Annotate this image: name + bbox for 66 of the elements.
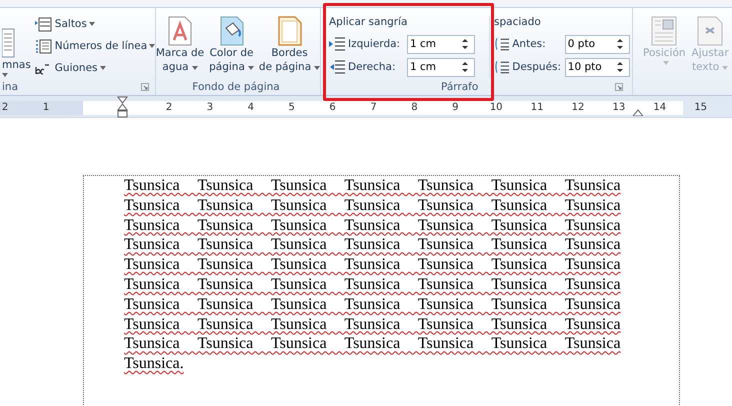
spin-field[interactable]: 10 pto bbox=[564, 58, 630, 76]
ruler-number: 3 bbox=[206, 100, 214, 114]
document-paragraph: Tsunsica Tsunsica Tsunsica Tsunsica Tsunsica Tsunsica Tsunsica Tsunsica Tsunsica Tsunsica Tsunsica Tsunsica Tsunsica Tsunsica Tsunsica Tsunsica Tsunsica Tsunsica Tsunsica Tsunsica Tsunsica Tsunsica Tsunsica Tsunsica Tsunsica Tsunsica Tsunsica Tsunsica Tsunsica Tsunsica Tsunsica Tsunsica Tsunsica Tsunsica Tsunsica Tsunsica Tsunsica Tsunsica Tsunsica Tsunsica Tsunsica Tsunsica Tsunsica Tsunsica Tsunsica Tsunsica Tsunsica Tsunsica Tsunsica Tsunsica Tsunsica Tsunsica Tsunsica Tsunsica Tsunsica Tsunsica Tsunsica Tsunsica Tsunsica Tsunsica Tsunsica Tsunsica Tsunsica Tsunsica. bbox=[124, 176, 622, 374]
ruler-number: 4 bbox=[246, 100, 255, 114]
ruler-number: 10 bbox=[488, 100, 504, 114]
dropdown-arrow-icon bbox=[248, 66, 254, 70]
spin-arrows-icon bbox=[617, 38, 623, 50]
ruler-number: 8 bbox=[410, 100, 419, 114]
section-title: Aplicar sangría bbox=[329, 16, 408, 30]
indent-icon bbox=[329, 37, 345, 51]
position-icon bbox=[651, 16, 678, 46]
page-borders-button[interactable]: Bordes de página bbox=[256, 14, 322, 76]
dropdown-arrow-icon bbox=[2, 73, 8, 77]
ruler-number: 11 bbox=[530, 100, 544, 114]
ruler-number: 7 bbox=[369, 100, 378, 114]
spin-arrows-icon bbox=[462, 61, 468, 73]
dropdown-arrow-icon bbox=[149, 44, 156, 48]
field-label: Izquierda: bbox=[348, 38, 402, 50]
line-spacing-icon bbox=[494, 37, 510, 51]
dropdown-arrow-icon bbox=[722, 66, 728, 70]
dropdown-arrow-icon bbox=[314, 66, 320, 70]
ruler-number: 12 bbox=[570, 100, 586, 114]
page-color-icon bbox=[220, 16, 244, 46]
dropdown-arrow-icon bbox=[192, 66, 198, 70]
dropdown-arrow-icon bbox=[100, 66, 106, 70]
spin-field[interactable]: 0 pto bbox=[564, 34, 630, 54]
spin-arrows-icon bbox=[462, 38, 468, 50]
field-label: Antes: bbox=[512, 38, 547, 50]
group-label: Párrafo bbox=[441, 80, 478, 92]
watermark-button[interactable]: Marca de agua bbox=[154, 14, 206, 76]
line-numbers-button[interactable]: Números de línea bbox=[34, 36, 156, 56]
ruler-number: 2 bbox=[164, 100, 174, 114]
columns-button[interactable]: mnas bbox=[0, 14, 33, 79]
ruler-number: 13 bbox=[612, 100, 626, 114]
field-label: Derecha: bbox=[348, 61, 396, 73]
page-color-button[interactable]: Color de página bbox=[207, 14, 256, 76]
dropdown-arrow-icon bbox=[88, 22, 95, 26]
breaks-icon bbox=[34, 16, 52, 32]
right-indent-marker-icon[interactable] bbox=[633, 108, 643, 116]
wrap-text-icon bbox=[697, 16, 724, 46]
group-label: Fondo de página bbox=[192, 80, 280, 92]
ruler-number: 2 bbox=[0, 100, 10, 114]
ruler-number: 15 bbox=[693, 100, 708, 114]
ruler-number: 6 bbox=[328, 100, 337, 114]
watermark-icon bbox=[168, 16, 192, 46]
dialog-launcher-icon[interactable] bbox=[615, 82, 623, 90]
spin-arrows-icon bbox=[617, 61, 623, 73]
dropdown-arrow-icon bbox=[662, 61, 669, 65]
indent-icon bbox=[329, 60, 345, 74]
section-title: spaciado bbox=[494, 16, 542, 30]
columns-icon bbox=[2, 28, 16, 58]
ruler-number: 9 bbox=[451, 100, 460, 114]
ruler-number: 1 bbox=[42, 100, 50, 114]
hyphenation-button[interactable]: Guiones bbox=[34, 58, 156, 78]
ruler-number: 14 bbox=[652, 100, 668, 114]
spin-field[interactable]: 1 cm bbox=[407, 58, 475, 76]
field-label: Después: bbox=[512, 61, 562, 73]
indent-marker-icon[interactable] bbox=[117, 96, 128, 118]
line-spacing-icon bbox=[494, 60, 510, 74]
group-label: ina bbox=[2, 81, 18, 93]
page-borders-icon bbox=[278, 16, 302, 46]
line-numbers-icon bbox=[34, 38, 52, 54]
dialog-launcher-icon[interactable] bbox=[141, 83, 149, 91]
breaks-button[interactable]: Saltos bbox=[34, 14, 156, 34]
spin-field[interactable]: 1 cm bbox=[407, 34, 475, 54]
ruler-number: 5 bbox=[288, 100, 296, 114]
